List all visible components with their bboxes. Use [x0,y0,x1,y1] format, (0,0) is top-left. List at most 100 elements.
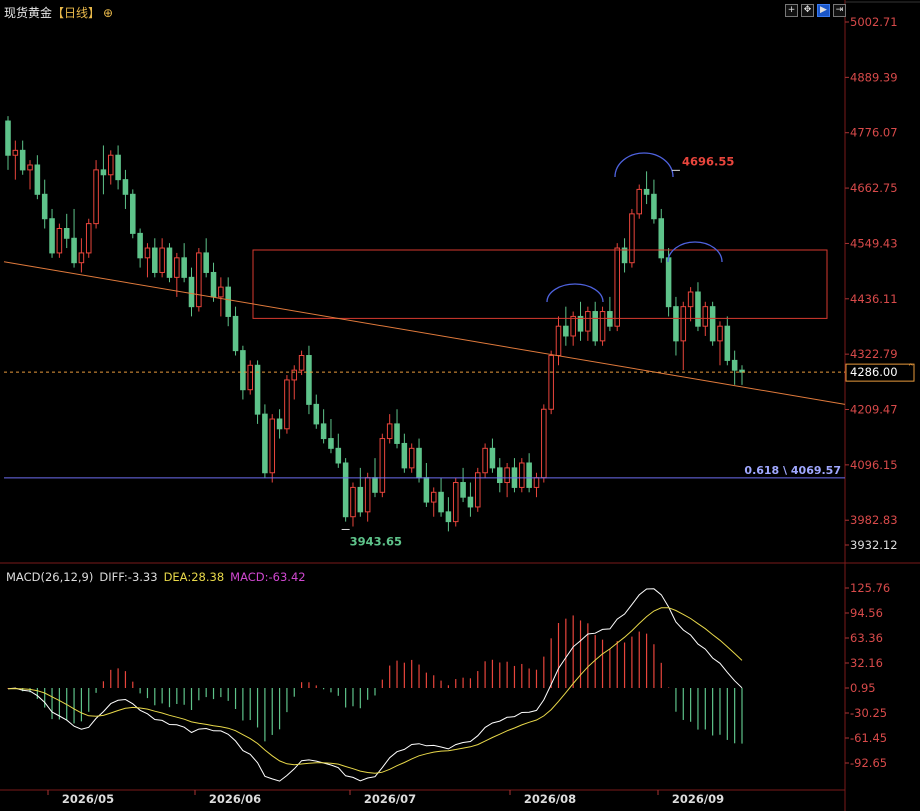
candle-body [636,188,643,215]
candle-body [629,213,635,264]
candle-body [489,447,496,469]
plus-circle-icon[interactable]: ⊕ [103,6,113,20]
crosshair-icon[interactable]: + [785,4,798,17]
candle-body [85,223,92,254]
right-shoulder-arc [667,241,723,263]
candle-body [709,306,716,342]
time-label: 2026/07 [364,792,416,806]
candle-body [482,447,488,474]
price-tick-label: 3982.83 [850,513,898,527]
candle-body [144,247,151,259]
candle-body [122,179,129,195]
candle-body [247,364,253,391]
candle-body [262,413,268,474]
price-tick-label: 4209.47 [850,403,898,417]
candle-body [41,193,48,220]
current-price-label: 4286.00 [850,365,898,379]
candle-body [717,325,723,342]
candle-body [166,247,173,278]
candle-body [203,252,209,273]
candle-body [599,311,606,342]
instrument-name: 现货黄金 [4,6,53,20]
candle-body [372,477,378,493]
candle-body [5,120,11,156]
candle-body [130,193,136,234]
candle-body [181,257,187,278]
candle-body [196,252,202,308]
axis-labels-layer: 5002.71 4889.39 4776.07 4662.75 4549.43 4436.… [47,15,898,806]
macd-tick-label: 63.36 [850,631,883,645]
chart-canvas[interactable]: 0.618 \ 4069.57 4286.00 ⌃ 4696.55 3943.65 50… [0,0,920,811]
left-shoulder-arc [546,283,604,303]
time-label: 2026/09 [672,792,724,806]
candle-body [731,359,738,371]
candle-body [115,154,121,181]
candle-body [445,511,452,523]
macd-value: MACD:-63.42 [230,570,306,584]
macd-dea: DEA:28.38 [163,570,225,584]
high-label: 4696.55 [682,154,734,168]
candle-body [702,306,709,327]
candle-body [592,311,598,342]
candle-body [533,477,540,488]
low-label: 3943.65 [350,534,402,548]
candle-body [416,447,422,479]
period-label[interactable]: 【日线】 [52,6,100,20]
current-price-marker: ⌃ [907,363,915,373]
candle-body [401,442,408,469]
macd-tick-label: 32.16 [850,656,883,670]
candle-body [19,149,26,171]
macd-tick-label: -61.45 [850,731,887,745]
price-tick-label: 3932.12 [850,538,898,552]
play-icon[interactable]: ▶ [817,4,830,17]
candle-body [460,482,466,498]
price-tick-label: 4322.79 [850,347,898,361]
candle-body [570,315,576,337]
scroll-icon[interactable]: ⇥ [833,4,846,17]
candle-body [430,491,437,503]
candle-body [174,257,180,278]
candle-body [137,232,143,259]
candle-body [284,379,290,430]
range-box [252,249,828,319]
candle-body [643,188,650,195]
candle-body [225,286,231,317]
candle-body [614,247,620,327]
price-tick-label: 4776.07 [850,126,898,140]
candle-body [159,247,165,273]
grid-layer [0,0,920,811]
candle-body [497,467,503,484]
candle-body [585,311,591,332]
candle-body [56,228,63,254]
candle-body [210,271,217,298]
candle-body [526,462,532,488]
candle-body [394,423,400,444]
move-icon[interactable]: ✥ [801,4,814,17]
candle-body [152,247,158,273]
candle-body [218,286,224,298]
macd-diff: DIFF:-3.33 [99,570,158,584]
candle-body [665,257,672,308]
candle-body [695,291,701,327]
candle-body [34,164,41,195]
candle-body [357,486,364,513]
price-tick-label: 4549.43 [850,236,898,250]
candle-body [379,438,386,493]
candle-body [335,447,342,464]
candle-body [49,218,55,254]
macd-tick-label: -30.25 [850,706,887,720]
price-tick-label: 4662.75 [850,181,898,195]
chart-title: 现货黄金【日线】 ⊕ [4,4,113,21]
macd-tick-label: 125.76 [850,581,890,595]
macd-layer [7,588,743,782]
candle-body [408,447,415,469]
candle-body [504,467,510,484]
candle-body [680,306,687,342]
price-tick-label: 4436.11 [850,292,898,306]
candle-body [548,355,554,410]
candle-body [232,315,239,352]
candle-body [313,403,320,425]
candle-body [240,350,246,391]
candle-body [423,477,430,503]
price-tick-label: 5002.71 [850,15,898,29]
